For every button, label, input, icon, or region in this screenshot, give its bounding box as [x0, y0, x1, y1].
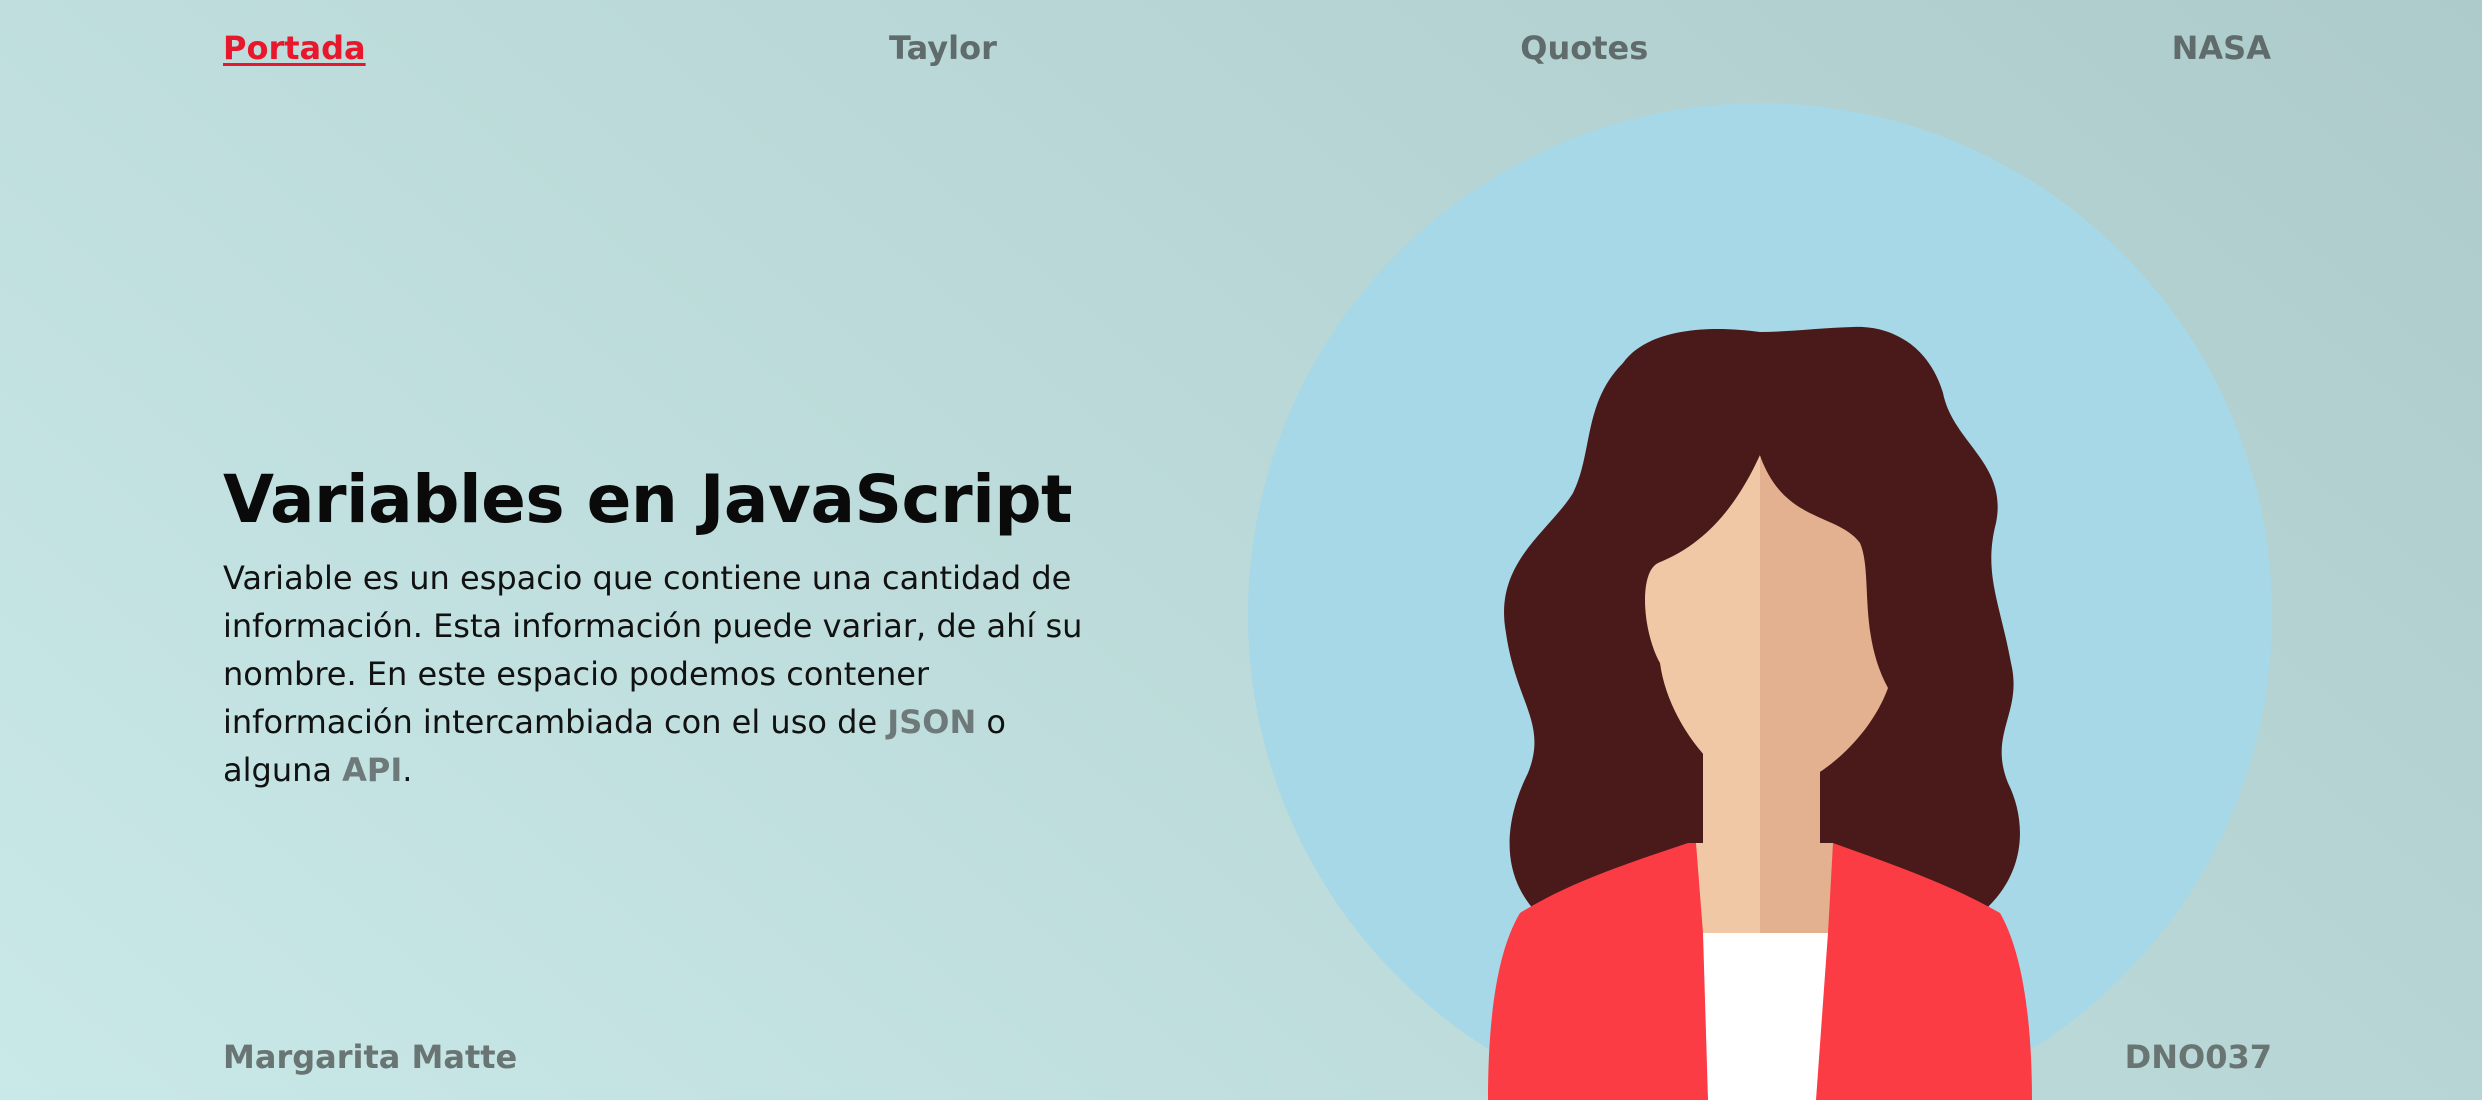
footer-author: Margarita Matte [223, 1038, 518, 1076]
woman-avatar-icon [1248, 103, 2272, 1100]
nav-link-taylor[interactable]: Taylor [889, 29, 997, 67]
nav-link-portada[interactable]: Portada [223, 29, 366, 67]
avatar-illustration [1248, 103, 2272, 1100]
shirt [1703, 933, 1828, 1100]
hero-text-end: . [402, 751, 413, 789]
hero-section: Variables en JavaScript Variable es un e… [223, 460, 1083, 794]
nav-link-quotes[interactable]: Quotes [1520, 29, 1648, 67]
hero-description: Variable es un espacio que contiene una … [223, 554, 1083, 794]
collar-right [1760, 843, 1833, 933]
collar-left [1696, 843, 1760, 933]
api-link[interactable]: API [342, 751, 402, 789]
footer-code: DNO037 [2124, 1038, 2272, 1076]
json-link[interactable]: JSON [887, 703, 976, 741]
nav-link-nasa[interactable]: NASA [2172, 29, 2271, 67]
top-nav: Portada Taylor Quotes NASA [223, 28, 2271, 68]
page-title: Variables en JavaScript [223, 461, 1073, 538]
